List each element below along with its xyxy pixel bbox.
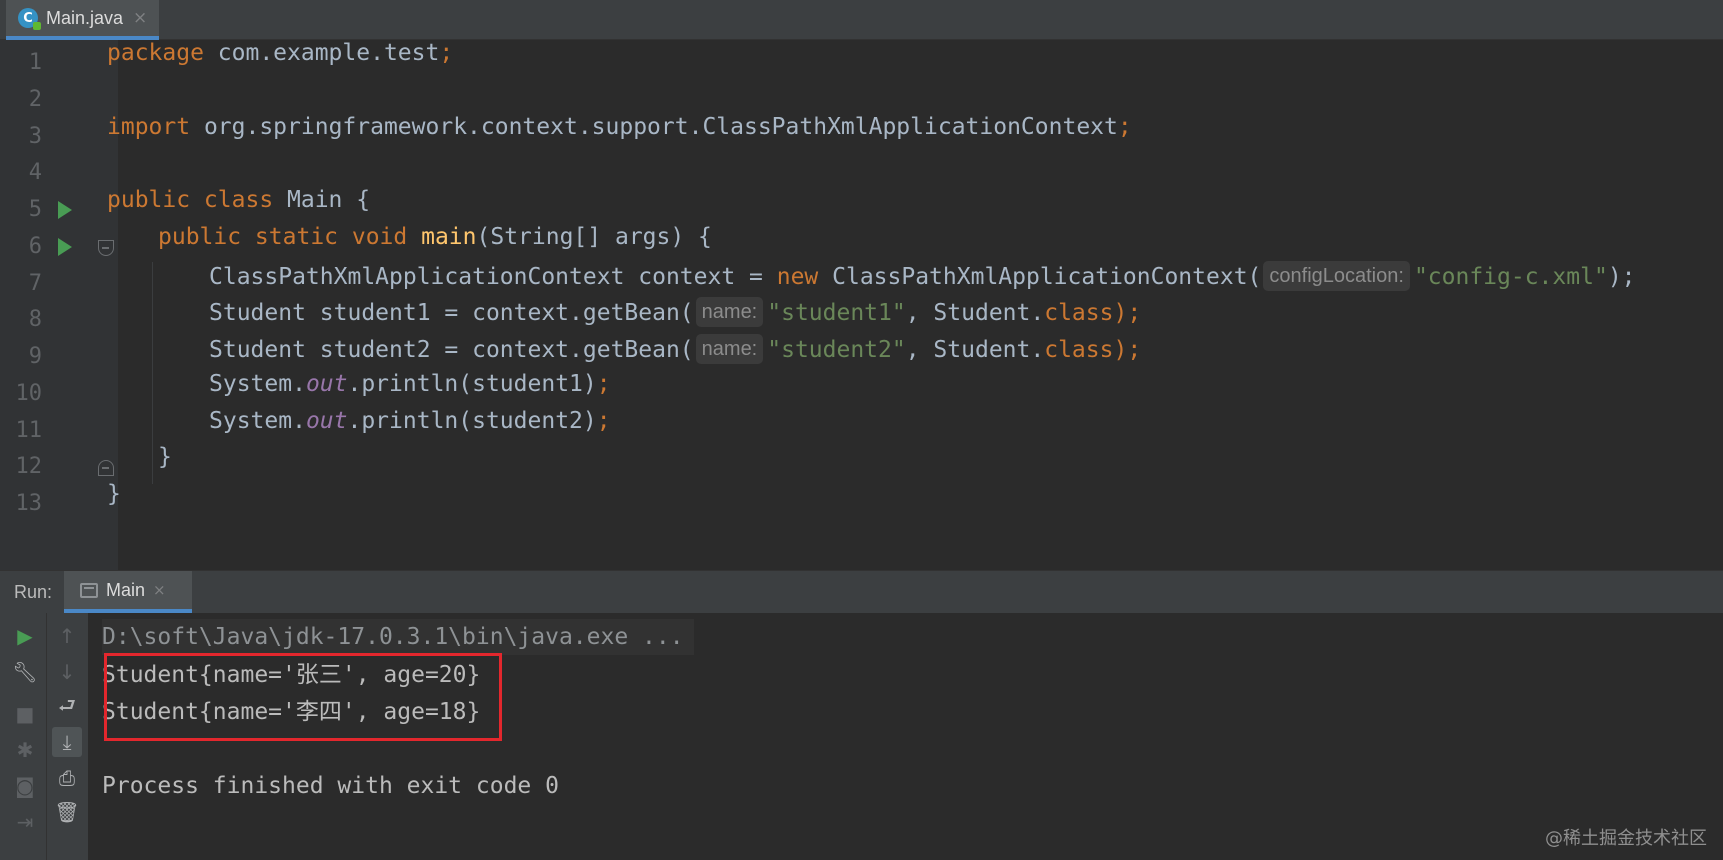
code-line-1: package com.example.test;	[107, 40, 454, 66]
stop-icon[interactable]: ■	[12, 701, 38, 727]
line-number: 6	[28, 234, 42, 259]
line-number: 7	[28, 271, 42, 296]
code-line-3: import org.springframework.context.suppo…	[107, 114, 1132, 140]
highlight-annotation-box	[104, 653, 502, 741]
fold-icon[interactable]	[98, 460, 114, 476]
down-arrow-icon[interactable]: ↓	[54, 659, 80, 685]
up-arrow-icon[interactable]: ↑	[54, 623, 80, 649]
editor-tab-bar: C Main.java ×	[0, 0, 1723, 40]
line-number: 10	[15, 381, 43, 406]
code-line-9: Student student2 = context.getBean(name:…	[209, 334, 1141, 364]
line-number: 12	[15, 454, 43, 479]
rerun-icon[interactable]: ▶	[12, 623, 38, 649]
soft-wrap-icon[interactable]: ⮐	[54, 693, 80, 721]
run-tab-label: Main	[106, 579, 146, 600]
line-number-gutter: 1 2 3 4 5 6 7 8 9 10 11 12 13	[0, 40, 118, 570]
editor-tab-main-java[interactable]: C Main.java ×	[6, 0, 159, 40]
editor-tab-label: Main.java	[46, 7, 124, 28]
line-number: 9	[28, 344, 42, 369]
run-tab-main[interactable]: Main ×	[64, 571, 192, 613]
code-area[interactable]: package com.example.test; import org.spr…	[107, 40, 1723, 570]
scroll-to-end-icon[interactable]: ⤓	[52, 727, 82, 757]
console-icon	[80, 582, 98, 598]
console-line: Process finished with exit code 0	[102, 773, 559, 799]
code-line-5: public class Main {	[107, 187, 371, 213]
line-number: 11	[15, 418, 43, 443]
close-icon[interactable]: ×	[133, 8, 147, 28]
wrench-icon[interactable]: 🔧︎	[12, 659, 38, 685]
run-toolbar-right: ↑ ↓ ⮐ ⤓ ⎙ 🗑︎	[46, 613, 88, 860]
code-line-10: System.out.println(student1);	[209, 371, 611, 397]
line-number: 3	[28, 124, 42, 149]
param-hint: name:	[695, 334, 764, 364]
code-line-11: System.out.println(student2);	[209, 408, 611, 434]
param-hint: configLocation:	[1263, 261, 1410, 291]
print-icon[interactable]: ⎙	[54, 765, 80, 791]
run-gutter-icon[interactable]	[58, 238, 72, 256]
line-number: 13	[15, 491, 43, 516]
java-class-icon: C	[18, 8, 41, 30]
run-header: Run: Main ×	[0, 571, 1723, 613]
code-line-6: public static void main(String[] args) {	[158, 224, 712, 250]
fold-icon[interactable]	[98, 240, 114, 256]
trash-icon[interactable]: 🗑︎	[54, 799, 80, 825]
watermark: @稀土掘金技术社区	[1545, 828, 1707, 849]
run-toolbar-left: ▶ 🔧︎ ■ ✱ ◙ ⇥	[0, 613, 46, 860]
line-number: 8	[28, 307, 42, 332]
code-line-12: }	[158, 444, 172, 470]
line-number: 2	[28, 87, 42, 112]
code-editor[interactable]: 1 2 3 4 5 6 7 8 9 10 11 12 13 package co…	[0, 40, 1723, 570]
line-number: 5	[28, 197, 42, 222]
param-hint: name:	[695, 297, 764, 327]
close-icon[interactable]: ×	[153, 581, 166, 599]
code-line-7: ClassPathXmlApplicationContext context =…	[209, 261, 1636, 291]
code-line-13: }	[107, 481, 121, 507]
exit-icon[interactable]: ⇥	[12, 809, 38, 835]
line-number: 1	[28, 50, 42, 75]
console-line: D:\soft\Java\jdk-17.0.3.1\bin\java.exe .…	[102, 619, 694, 655]
run-title: Run:	[14, 582, 53, 602]
camera-icon[interactable]: ◙	[12, 773, 38, 799]
run-gutter-icon[interactable]	[58, 201, 72, 219]
line-number: 4	[28, 160, 42, 185]
code-line-8: Student student1 = context.getBean(name:…	[209, 297, 1141, 327]
debug-bug-icon[interactable]: ✱	[12, 737, 38, 763]
